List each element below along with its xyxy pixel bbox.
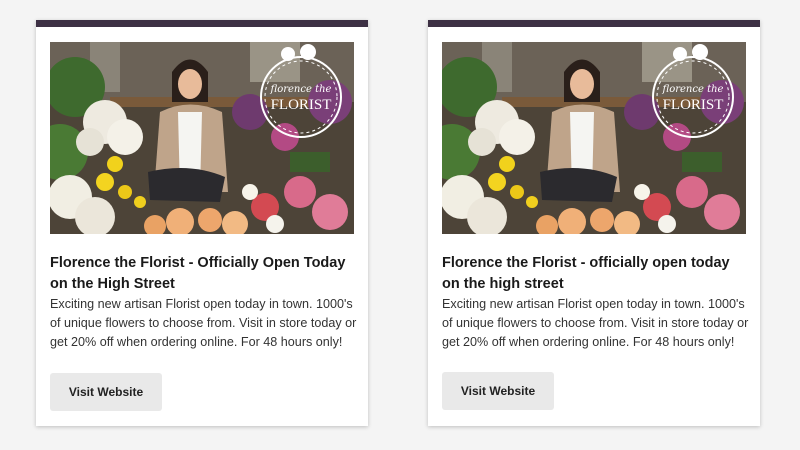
logo-caps-text: FLORIST	[271, 97, 332, 113]
logo-script-text: florence the	[270, 84, 332, 95]
ad-description: Exciting new artisan Florist open today …	[442, 297, 749, 349]
ad-title: Florence the Florist - officially open t…	[442, 255, 730, 292]
visit-website-button[interactable]: Visit Website	[442, 372, 554, 410]
logo-script-text: florence the	[662, 84, 724, 95]
ad-title: Florence the Florist - Officially Open T…	[50, 255, 346, 292]
florist-photo: florence the FLORIST	[50, 42, 354, 234]
florist-photo: florence the FLORIST	[442, 42, 746, 234]
visit-website-button[interactable]: Visit Website	[50, 373, 162, 411]
ad-card-1: florence the FLORIST Florence the Floris…	[36, 20, 368, 426]
logo-caps-text: FLORIST	[663, 97, 724, 113]
ad-card-2: florence the FLORIST Florence the Floris…	[428, 20, 760, 426]
ad-description: Exciting new artisan Florist open today …	[50, 297, 357, 349]
